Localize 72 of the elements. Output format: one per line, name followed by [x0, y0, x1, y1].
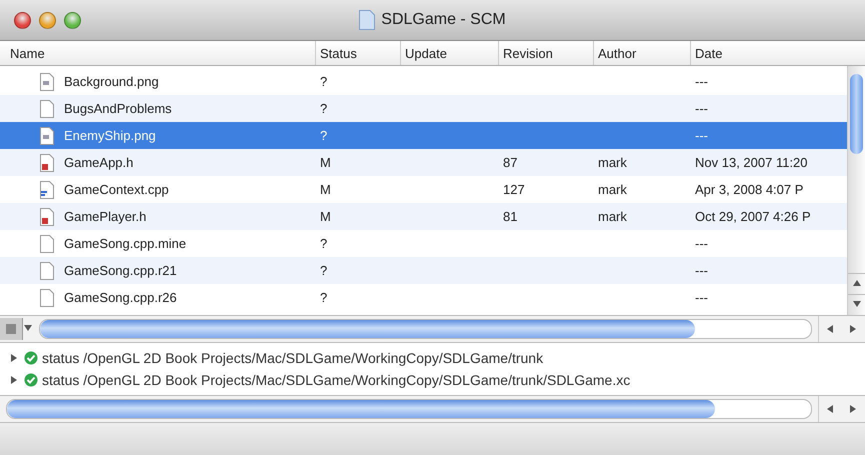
file-name: GameSong.cpp.r26 [63, 290, 177, 305]
column-header[interactable]: Update [400, 41, 498, 65]
table-cell-text: --- [694, 101, 709, 116]
table-cell-text: M [319, 182, 332, 197]
table-cell-text: ? [319, 128, 328, 143]
document-icon [359, 10, 376, 30]
table-cell-text: ? [319, 74, 328, 89]
log-entry[interactable]: status /OpenGL 2D Book Projects/Mac/SDLGame/WorkingCopy/SDLGame/trunk/SDLGame.xc [42, 372, 630, 388]
table-cell-text: --- [694, 236, 709, 251]
source-file-icon [40, 180, 54, 198]
file-name: GameApp.h [63, 155, 134, 170]
table-cell-text: 87 [502, 155, 518, 170]
table-cell-text: Apr 3, 2008 4:07 P [694, 182, 804, 197]
column-header[interactable]: Name [10, 41, 315, 65]
file-icon [40, 100, 54, 118]
right-arrow-icon[interactable] [848, 404, 858, 414]
file-name: GameSong.cpp.mine [63, 236, 186, 251]
column-header[interactable]: Status [315, 41, 400, 65]
horizontal-scrollbar[interactable] [39, 319, 812, 339]
scroll-thumb[interactable] [7, 400, 715, 418]
table-cell-text: mark [597, 182, 628, 197]
table-cell-text: ? [319, 263, 328, 278]
table-cell-text: 81 [502, 209, 518, 224]
right-arrow-icon[interactable] [848, 324, 858, 334]
up-arrow-icon[interactable] [852, 279, 862, 289]
minimize-button[interactable] [39, 12, 56, 28]
file-name: GameContext.cpp [63, 182, 169, 197]
table-cell-text: ? [319, 290, 328, 305]
column-header[interactable]: Author [593, 41, 690, 65]
image-file-icon [40, 126, 54, 144]
table-cell-text: --- [694, 128, 709, 143]
table-row[interactable]: GameApp.h M 87 mark Nov 13, 2007 11:20 [0, 149, 847, 176]
scroll-thumb[interactable] [850, 74, 863, 154]
table-cell-text: Nov 13, 2007 11:20 [694, 155, 809, 170]
column-header[interactable]: Date [690, 41, 848, 65]
left-arrow-icon[interactable] [826, 324, 836, 334]
table-row[interactable]: EnemyShip.png ? --- [0, 122, 847, 149]
scroll-thumb[interactable] [40, 320, 696, 338]
action-icon [5, 323, 17, 335]
table-row[interactable]: GameSong.cpp.r21 ? --- [0, 257, 847, 284]
file-name: GameSong.cpp.r21 [63, 263, 177, 278]
table-cell-text: mark [597, 155, 628, 170]
header-file-icon [40, 208, 54, 226]
table-cell-text: Oct 29, 2007 4:26 P [694, 209, 812, 224]
table-row[interactable]: GamePlayer.h M 81 mark Oct 29, 2007 4:26 P [0, 203, 847, 230]
close-button[interactable] [14, 12, 31, 28]
column-header[interactable]: Revision [498, 41, 593, 65]
log-entry[interactable]: status /OpenGL 2D Book Projects/Mac/SDLGame/WorkingCopy/SDLGame/trunk [42, 350, 544, 366]
zoom-button[interactable] [64, 12, 81, 28]
file-name: Background.png [63, 74, 159, 89]
horizontal-scrollbar[interactable] [6, 399, 812, 419]
file-icon [40, 288, 54, 306]
table-cell-text: ? [319, 101, 328, 116]
header-file-icon [40, 154, 54, 172]
file-icon [40, 234, 54, 252]
table-cell-text: M [319, 155, 332, 170]
table-cell-text: ? [319, 236, 328, 251]
table-cell-text: M [319, 209, 332, 224]
table-cell-text: 127 [502, 182, 526, 197]
file-name: EnemyShip.png [63, 128, 156, 143]
table-row[interactable]: BugsAndProblems ? --- [0, 95, 847, 122]
window-title: SDLGame - SCM [381, 11, 506, 29]
table-cell-text: --- [694, 263, 709, 278]
file-name: GamePlayer.h [63, 209, 146, 224]
image-file-icon [40, 72, 54, 90]
file-name: BugsAndProblems [63, 101, 172, 116]
table-cell-text: mark [597, 209, 628, 224]
left-arrow-icon[interactable] [826, 404, 836, 414]
vertical-scrollbar[interactable] [847, 66, 865, 315]
file-icon [40, 262, 54, 280]
table-cell-text: --- [694, 74, 709, 89]
table-cell-text: --- [694, 290, 709, 305]
